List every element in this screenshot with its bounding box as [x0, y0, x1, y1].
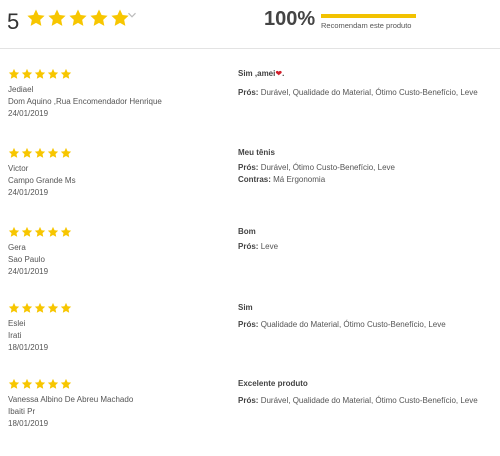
star-icon — [47, 378, 59, 389]
review-item: Victor Campo Grande Ms 24/01/2019 Meu tê… — [0, 147, 500, 225]
review-item: Gera Sao Paulo 24/01/2019 Bom Prós: Leve — [0, 226, 500, 304]
star-icon — [48, 9, 66, 26]
star-icon — [69, 9, 87, 26]
star-icon — [8, 68, 20, 79]
cons-label: Contras: — [238, 175, 271, 184]
review-pros: Prós: Durável, Ótimo Custo-Benefício, Le… — [238, 163, 395, 172]
review-item: Jediael Dom Aquino ,Rua Encomendador Hen… — [0, 68, 500, 146]
pros-text: Durável, Qualidade do Material, Ótimo Cu… — [260, 88, 478, 97]
star-icon — [8, 147, 20, 158]
review-stars — [8, 226, 72, 238]
review-date: 24/01/2019 — [8, 109, 49, 118]
pros-text: Durável, Ótimo Custo-Benefício, Leve — [260, 163, 395, 172]
star-icon — [34, 226, 46, 237]
pros-label: Prós: — [238, 163, 259, 172]
star-icon — [8, 378, 20, 389]
summary-divider — [0, 48, 500, 49]
star-icon — [34, 302, 46, 313]
review-stars — [8, 68, 72, 80]
review-location: Dom Aquino ,Rua Encomendador Henrique — [8, 97, 162, 106]
star-icon — [8, 226, 20, 237]
review-title: Sim — [238, 303, 253, 312]
review-title: Bom — [238, 227, 256, 236]
chevron-down-icon[interactable] — [127, 10, 137, 20]
review-author: Jediael — [8, 85, 34, 94]
star-icon — [21, 302, 33, 313]
review-title: Excelente produto — [238, 379, 308, 388]
review-date: 18/01/2019 — [8, 419, 49, 428]
cons-text: Má Ergonomia — [273, 175, 326, 184]
star-icon — [60, 378, 72, 389]
star-icon — [47, 302, 59, 313]
review-cons: Contras: Má Ergonomia — [238, 175, 325, 184]
review-author: Victor — [8, 164, 29, 173]
recommend-percent: 100% — [264, 8, 316, 30]
review-date: 18/01/2019 — [8, 343, 49, 352]
star-icon — [8, 302, 20, 313]
recommend-bar — [321, 14, 416, 18]
recommend-bar-fill — [321, 14, 416, 18]
star-icon — [60, 226, 72, 237]
review-location: Sao Paulo — [8, 255, 45, 264]
star-icon — [47, 147, 59, 158]
review-pros: Prós: Leve — [238, 242, 278, 251]
review-title-suffix: . — [282, 69, 285, 78]
pros-text: Qualidade do Material, Ótimo Custo-Benef… — [260, 320, 446, 329]
star-icon — [34, 378, 46, 389]
pros-label: Prós: — [238, 396, 259, 405]
recommend-label: Recomendam este produto — [321, 21, 412, 30]
review-item: Eslei Irati 18/01/2019 Sim Prós: Qualida… — [0, 302, 500, 380]
star-icon — [60, 302, 72, 313]
star-icon — [60, 147, 72, 158]
pros-text: Durável, Qualidade do Material, Ótimo Cu… — [260, 396, 478, 405]
pros-label: Prós: — [238, 320, 259, 329]
review-location: Irati — [8, 331, 22, 340]
review-stars — [8, 378, 72, 390]
review-pros: Prós: Qualidade do Material, Ótimo Custo… — [238, 320, 446, 329]
review-stars — [8, 302, 72, 314]
star-icon — [21, 68, 33, 79]
review-date: 24/01/2019 — [8, 267, 49, 276]
pros-label: Prós: — [238, 88, 259, 97]
star-icon — [34, 147, 46, 158]
rating-summary: 5 100% Recomendam este produto — [0, 0, 500, 48]
star-icon — [21, 147, 33, 158]
review-location: Campo Grande Ms — [8, 176, 76, 185]
review-pros: Prós: Durável, Qualidade do Material, Ót… — [238, 88, 478, 97]
review-item: Vanessa Albino De Abreu Machado Ibaiti P… — [0, 378, 500, 456]
review-pros: Prós: Durável, Qualidade do Material, Ót… — [238, 396, 478, 405]
review-author: Gera — [8, 243, 26, 252]
review-author: Eslei — [8, 319, 26, 328]
review-date: 24/01/2019 — [8, 188, 49, 197]
star-icon — [90, 9, 108, 26]
review-author: Vanessa Albino De Abreu Machado — [8, 395, 134, 404]
pros-label: Prós: — [238, 242, 259, 251]
review-title-text: Sim ,amei — [238, 69, 276, 78]
star-icon — [21, 378, 33, 389]
review-title: Sim ,amei❤. — [238, 69, 284, 78]
summary-stars — [26, 8, 130, 28]
review-title: Meu tênis — [238, 148, 275, 157]
review-location: Ibaiti Pr — [8, 407, 36, 416]
pros-text: Leve — [260, 242, 279, 251]
star-icon — [47, 68, 59, 79]
star-icon — [47, 226, 59, 237]
star-icon — [27, 9, 45, 26]
review-stars — [8, 147, 72, 159]
average-rating: 5 — [7, 9, 20, 34]
star-icon — [21, 226, 33, 237]
star-icon — [60, 68, 72, 79]
star-icon — [34, 68, 46, 79]
